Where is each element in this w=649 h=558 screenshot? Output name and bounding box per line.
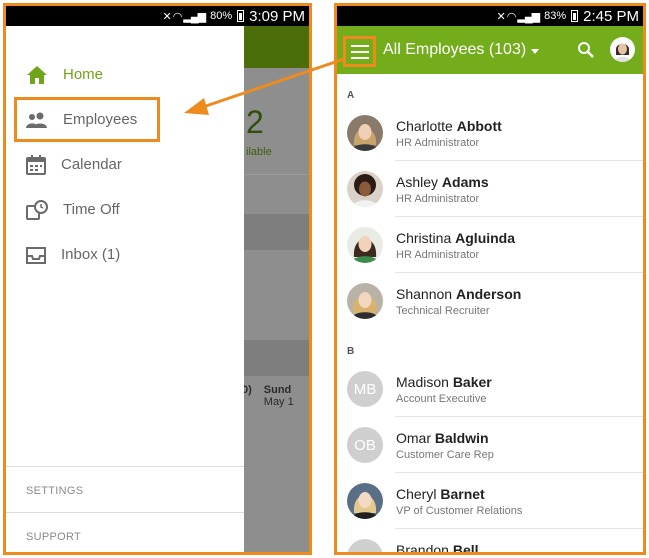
chevron-down-icon [531, 48, 540, 54]
employee-name: Charlotte Abbott [396, 118, 502, 134]
dimmed-stat-label: ilable [246, 146, 272, 158]
avatar: BB [347, 539, 383, 552]
nav-item-calendar[interactable]: Calendar [14, 142, 160, 187]
navigation-drawer: Home Employees Calendar Time Off Inbox (… [6, 26, 244, 552]
employee-title: HR Administrator [396, 137, 480, 149]
avatar: OB [347, 427, 383, 463]
dimmed-stat-number: 2 [246, 104, 264, 140]
time-off-icon [26, 199, 48, 220]
nav-item-label: Inbox (1) [61, 246, 121, 263]
list-item[interactable]: Ashley Adams HR Administrator [337, 161, 643, 217]
signal-wifi-icons: ✕ ◠ ▂▄▆ [162, 10, 206, 23]
status-bar: ✕ ◠ ▂▄▆ 83% 2:45 PM [337, 6, 643, 26]
employee-title: Technical Recruiter [396, 305, 490, 317]
list-item[interactable]: OB Omar Baldwin Customer Care Rep [337, 417, 643, 473]
calendar-icon [26, 154, 46, 175]
employee-photo-icon [347, 483, 383, 519]
nav-item-label: Calendar [61, 156, 122, 173]
employee-name: Cheryl Barnet [396, 486, 485, 502]
signal-wifi-icons: ✕ ◠ ▂▄▆ [496, 10, 540, 23]
battery-icon [237, 10, 245, 22]
dimmed-columns: 0) Sund May 1 [242, 384, 294, 408]
employee-filter-dropdown[interactable]: All Employees (103) [383, 41, 540, 59]
nav-item-label: Home [63, 66, 104, 83]
drawer-divider [6, 466, 244, 467]
employee-photo-icon [347, 283, 383, 319]
clock-time: 2:45 PM [583, 7, 639, 25]
section-letter-b: B [347, 346, 355, 357]
list-item[interactable]: Christina Agluinda HR Administrator [337, 217, 643, 273]
battery-percent: 83% [544, 10, 567, 22]
nav-item-employees[interactable]: Employees [14, 97, 160, 142]
status-bar: ✕ ◠ ▂▄▆ 80% 3:09 PM [6, 6, 309, 26]
employee-name: Ashley Adams [396, 174, 489, 190]
clock-time: 3:09 PM [249, 7, 305, 25]
app-bar: All Employees (103) [337, 26, 643, 74]
user-avatar-photo-icon [610, 37, 635, 62]
list-item[interactable]: Charlotte Abbott HR Administrator [337, 105, 643, 161]
nav-item-home[interactable]: Home [14, 52, 160, 97]
support-link[interactable]: SUPPORT [26, 531, 81, 543]
employee-name: Omar Baldwin [396, 430, 489, 446]
drawer-divider [6, 512, 244, 513]
avatar [347, 227, 383, 263]
avatar [347, 483, 383, 519]
right-phone-screen: ✕ ◠ ▂▄▆ 83% 2:45 PM All Employees (103) … [334, 3, 646, 555]
nav-item-label: Employees [63, 111, 138, 128]
nav-item-time-off[interactable]: Time Off [14, 187, 160, 232]
hamburger-menu-icon [350, 44, 369, 59]
nav-item-inbox[interactable]: Inbox (1) [14, 232, 160, 277]
page-title: All Employees (103) [383, 41, 527, 58]
battery-icon [571, 10, 579, 22]
avatar [347, 171, 383, 207]
list-item[interactable]: Shannon Anderson Technical Recruiter [337, 273, 643, 329]
avatar: MB [347, 371, 383, 407]
left-phone-screen: ✕ ◠ ▂▄▆ 80% 3:09 PM 2 ilable 0) Sund May … [3, 3, 312, 555]
home-icon [27, 65, 47, 84]
employee-photo-icon [347, 171, 383, 207]
people-icon [26, 112, 47, 128]
avatar [347, 283, 383, 319]
employee-title: HR Administrator [396, 249, 480, 261]
employee-photo-icon [347, 227, 383, 263]
section-letter-a: A [347, 90, 355, 101]
employee-title: HR Administrator [396, 193, 480, 205]
list-item[interactable]: Cheryl Barnet VP of Customer Relations [337, 473, 643, 529]
list-item[interactable]: MB Madison Baker Account Executive [337, 361, 643, 417]
employee-name: Shannon Anderson [396, 286, 522, 302]
employee-name: Christina Agluinda [396, 230, 516, 246]
employee-title: Customer Care Rep [396, 449, 494, 461]
user-avatar[interactable] [610, 37, 635, 62]
avatar [347, 115, 383, 151]
employee-title: Account Executive [396, 393, 487, 405]
settings-link[interactable]: SETTINGS [26, 485, 83, 497]
employee-name: Brandon Bell [396, 542, 479, 555]
dimmed-col-2: Sund May 1 [263, 384, 294, 408]
search-icon[interactable] [577, 41, 595, 59]
employee-name: Madison Baker [396, 374, 492, 390]
list-item[interactable]: BB Brandon Bell [337, 529, 643, 555]
battery-percent: 80% [210, 10, 233, 22]
hamburger-menu-button[interactable] [343, 36, 376, 67]
employee-photo-icon [347, 115, 383, 151]
screenshot-canvas: ✕ ◠ ▂▄▆ 80% 3:09 PM 2 ilable 0) Sund May … [0, 0, 649, 558]
employee-title: VP of Customer Relations [396, 505, 523, 517]
nav-item-label: Time Off [63, 201, 120, 218]
inbox-icon [26, 246, 46, 264]
